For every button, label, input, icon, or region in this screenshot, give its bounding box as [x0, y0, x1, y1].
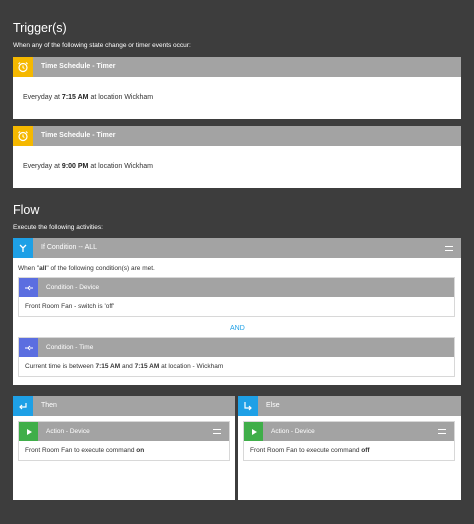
then-title: Then [41, 402, 57, 409]
drag-handle-icon[interactable] [438, 429, 446, 434]
condition-text: Front Room Fan - switch is 'off' [25, 303, 115, 310]
condition-text: Current time is between 7:15 AM and 7:15… [25, 363, 224, 370]
action-device-card[interactable]: Action - Device Front Room Fan to execut… [18, 421, 230, 461]
condition-title: Condition - Device [46, 284, 100, 291]
then-block[interactable]: Then Action - Device Front Room Fan to e… [13, 396, 235, 500]
split-icon [13, 238, 33, 258]
flow-subheading: Execute the following activities: [13, 224, 103, 231]
if-condition-description: When "all" of the following condition(s)… [18, 265, 155, 272]
condition-header: Condition - Time [19, 338, 454, 357]
trigger-card-2[interactable]: Time Schedule - Timer Everyday at 9:00 P… [13, 126, 461, 188]
trigger-time: 7:15 AM [61, 94, 89, 101]
trigger-title: Time Schedule - Timer [41, 132, 116, 139]
trigger-card-header: Time Schedule - Timer [13, 126, 461, 146]
condition-time-card[interactable]: Condition - Time Current time is between… [18, 337, 455, 377]
trigger-description: Everyday at 9:00 PM at location Wickham [23, 163, 153, 170]
trigger-time: 9:00 PM [61, 163, 89, 170]
condition-header: Condition - Device [19, 278, 454, 297]
turn-arrow-icon [238, 396, 258, 416]
action-text: Front Room Fan to execute command off [250, 447, 370, 454]
toggle-switch-icon [19, 278, 38, 297]
triggers-subheading: When any of the following state change o… [13, 42, 191, 49]
then-header: Then [13, 396, 235, 416]
condition-device-card[interactable]: Condition - Device Front Room Fan - swit… [18, 277, 455, 317]
action-title: Action - Device [271, 428, 315, 435]
triggers-heading: Trigger(s) [13, 21, 67, 35]
if-condition-header: If Condition -- ALL [13, 238, 461, 258]
flow-heading: Flow [13, 203, 40, 217]
else-title: Else [266, 402, 280, 409]
trigger-card-1[interactable]: Time Schedule - Timer Everyday at 7:15 A… [13, 57, 461, 119]
play-icon [19, 422, 38, 441]
trigger-title: Time Schedule - Timer [41, 63, 116, 70]
trigger-card-header: Time Schedule - Timer [13, 57, 461, 77]
action-text: Front Room Fan to execute command on [25, 447, 145, 454]
alarm-clock-icon [13, 126, 33, 146]
alarm-clock-icon [13, 57, 33, 77]
if-condition-title: If Condition -- ALL [41, 244, 98, 251]
trigger-description: Everyday at 7:15 AM at location Wickham [23, 94, 154, 101]
drag-handle-icon[interactable] [445, 246, 453, 251]
if-condition-block[interactable]: If Condition -- ALL When "all" of the fo… [13, 238, 461, 385]
condition-title: Condition - Time [46, 344, 94, 351]
else-header: Else [238, 396, 461, 416]
and-connector: AND [230, 325, 245, 332]
return-arrow-icon [13, 396, 33, 416]
action-device-card[interactable]: Action - Device Front Room Fan to execut… [243, 421, 455, 461]
action-title: Action - Device [46, 428, 90, 435]
drag-handle-icon[interactable] [213, 429, 221, 434]
else-block[interactable]: Else Action - Device Front Room Fan to e… [238, 396, 461, 500]
action-header: Action - Device [19, 422, 229, 441]
play-icon [244, 422, 263, 441]
action-header: Action - Device [244, 422, 454, 441]
toggle-switch-icon [19, 338, 38, 357]
